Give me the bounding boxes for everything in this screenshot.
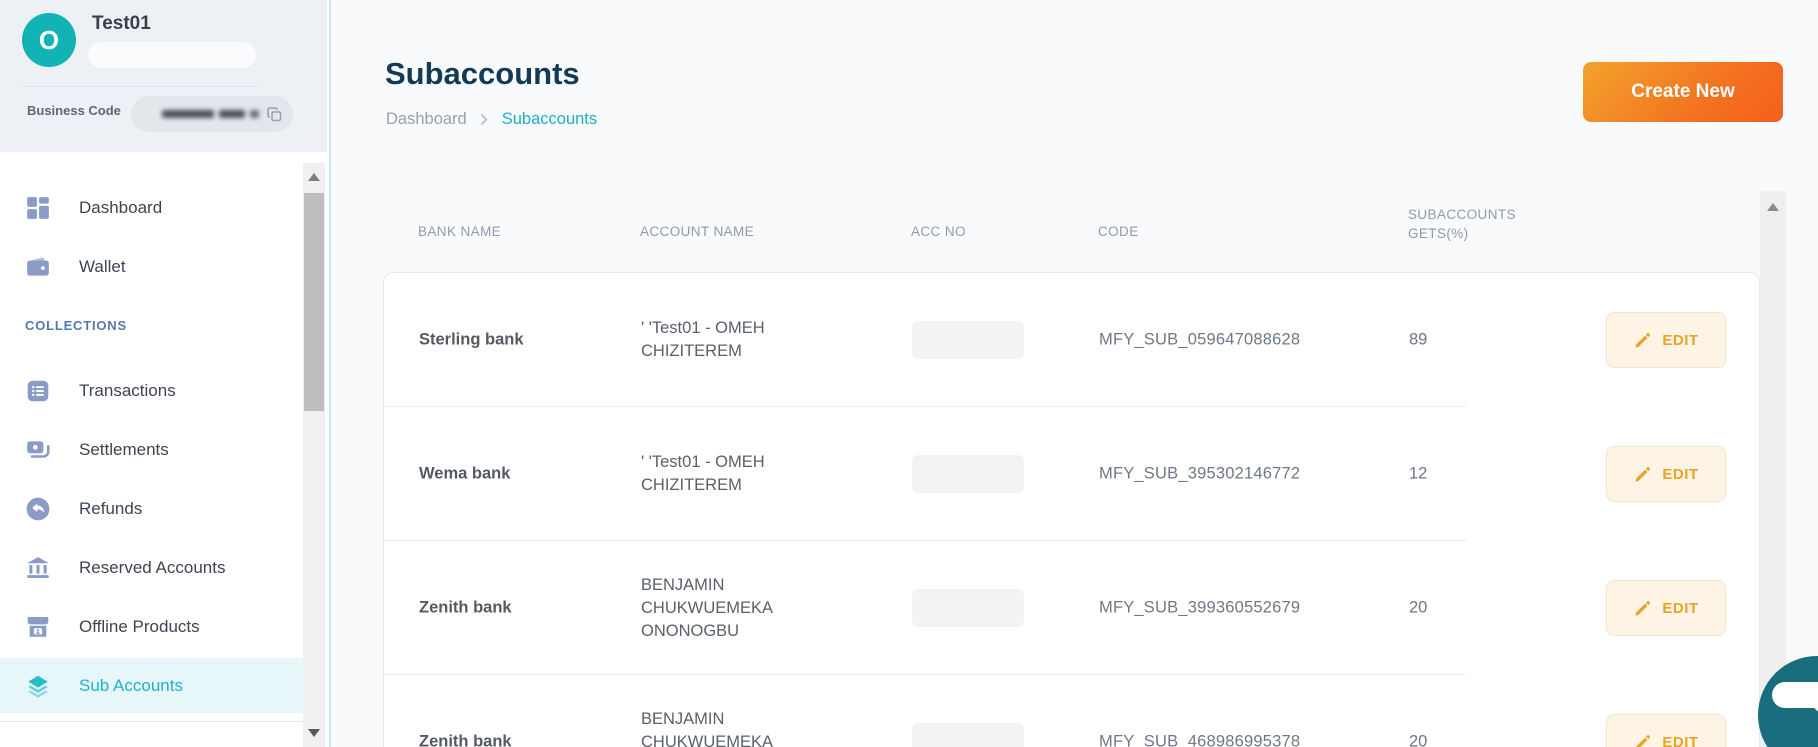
edit-button[interactable]: EDIT (1606, 580, 1726, 636)
edit-button[interactable]: EDIT (1606, 312, 1726, 368)
breadcrumb: Dashboard Subaccounts (386, 110, 597, 129)
sidebar-item-settlements[interactable]: Settlements (0, 422, 303, 477)
account-name-cell: BENJAMIN CHUKWUEMEKA ONONOGBU (641, 574, 816, 642)
sidebar: O Test01 Business Code Dashboard Wallet … (0, 0, 331, 747)
account-name-cell: ' 'Test01 - OMEH CHIZITEREM (641, 451, 816, 497)
pencil-icon (1633, 733, 1652, 747)
column-header-subaccounts-gets: SUBACCOUNTS GETS(%) (1408, 206, 1520, 244)
table-scrollbar[interactable] (1760, 191, 1786, 747)
sidebar-nav: Dashboard Wallet COLLECTIONS Transaction… (0, 152, 303, 722)
bank-icon (25, 555, 51, 581)
redacted-user-email (88, 42, 256, 68)
subaccounts-table: Sterling bank ' 'Test01 - OMEH CHIZITERE… (383, 272, 1760, 747)
sidebar-item-sub-accounts[interactable]: Sub Accounts (0, 658, 303, 713)
scroll-down-arrow-icon[interactable] (308, 729, 320, 737)
breadcrumb-dashboard[interactable]: Dashboard (386, 110, 467, 129)
dashboard-icon (25, 195, 51, 221)
pencil-icon (1633, 599, 1652, 618)
transactions-icon (25, 378, 51, 404)
edit-button[interactable]: EDIT (1606, 714, 1726, 747)
bank-name-cell: Zenith bank (419, 733, 512, 747)
acc-no-redacted (912, 589, 1024, 627)
bank-name-cell: Wema bank (419, 465, 510, 484)
storefront-icon (25, 614, 51, 640)
subaccount-code-cell: MFY_SUB_468986995378 (1099, 733, 1300, 747)
acc-no-redacted (912, 321, 1024, 359)
subaccounts-page: O Test01 Business Code Dashboard Wallet … (0, 0, 1818, 747)
settlements-icon (25, 437, 51, 463)
main-content: Subaccounts Dashboard Subaccounts Create… (331, 0, 1818, 747)
table-row: Wema bank ' 'Test01 - OMEH CHIZITEREM MF… (384, 407, 1759, 541)
bank-name-cell: Zenith bank (419, 599, 512, 618)
gets-percent-cell: 89 (1409, 331, 1427, 350)
acc-no-cell (912, 723, 1024, 747)
scroll-up-arrow-icon[interactable] (308, 173, 320, 181)
gets-percent-cell: 20 (1409, 599, 1427, 618)
breadcrumb-subaccounts[interactable]: Subaccounts (502, 110, 597, 129)
sidebar-item-transactions[interactable]: Transactions (0, 363, 303, 418)
business-code-label: Business Code (27, 103, 121, 118)
sidebar-item-refunds[interactable]: Refunds (0, 481, 303, 536)
table-row: Zenith bank BENJAMIN CHUKWUEMEKA ONONOGB… (384, 675, 1759, 747)
acc-no-cell (912, 321, 1024, 359)
subaccount-code-cell: MFY_SUB_395302146772 (1099, 465, 1300, 484)
table-row: Sterling bank ' 'Test01 - OMEH CHIZITERE… (384, 273, 1759, 407)
column-header-bank-name: BANK NAME (418, 224, 501, 239)
copy-icon[interactable] (266, 106, 283, 123)
business-name: Test01 (92, 13, 151, 35)
business-code-pill[interactable] (131, 96, 293, 132)
wallet-icon (25, 254, 51, 280)
subaccount-code-cell: MFY_SUB_399360552679 (1099, 599, 1300, 618)
edit-button[interactable]: EDIT (1606, 446, 1726, 502)
pencil-icon (1633, 331, 1652, 350)
acc-no-cell (912, 589, 1024, 627)
column-header-acc-no: ACC NO (911, 224, 966, 239)
page-title: Subaccounts (385, 56, 580, 92)
table-row: Zenith bank BENJAMIN CHUKWUEMEKA ONONOGB… (384, 541, 1759, 675)
sidebar-scrollbar-thumb[interactable] (304, 193, 324, 411)
divider (22, 86, 258, 87)
avatar: O (22, 13, 76, 67)
layers-icon (25, 673, 51, 699)
bank-name-cell: Sterling bank (419, 331, 524, 350)
gets-percent-cell: 20 (1409, 733, 1427, 747)
acc-no-redacted (912, 455, 1024, 493)
divider (0, 721, 303, 722)
user-section: O Test01 Business Code (0, 0, 327, 152)
sidebar-item-offline-products[interactable]: Offline Products (0, 599, 303, 654)
subaccount-code-cell: MFY_SUB_059647088628 (1099, 331, 1300, 350)
scroll-up-arrow-icon[interactable] (1767, 203, 1779, 211)
create-new-button[interactable]: Create New (1583, 62, 1783, 122)
account-name-cell: ' 'Test01 - OMEH CHIZITEREM (641, 317, 816, 363)
pencil-icon (1633, 465, 1652, 484)
acc-no-cell (912, 455, 1024, 493)
sidebar-item-wallet[interactable]: Wallet (0, 239, 303, 294)
chevron-right-icon (479, 113, 490, 126)
business-code-value-redacted (162, 110, 259, 118)
sidebar-item-dashboard[interactable]: Dashboard (0, 180, 303, 235)
account-name-cell: BENJAMIN CHUKWUEMEKA ONONOGBU (641, 708, 816, 747)
sidebar-scrollbar[interactable] (303, 163, 325, 747)
collections-section-label: COLLECTIONS (25, 318, 303, 333)
sidebar-item-reserved-accounts[interactable]: Reserved Accounts (0, 540, 303, 595)
chat-icon (1772, 682, 1818, 708)
column-header-code: CODE (1098, 224, 1139, 239)
acc-no-redacted (912, 723, 1024, 747)
column-header-account-name: ACCOUNT NAME (640, 224, 754, 239)
gets-percent-cell: 12 (1409, 465, 1427, 484)
refunds-icon (25, 496, 51, 522)
